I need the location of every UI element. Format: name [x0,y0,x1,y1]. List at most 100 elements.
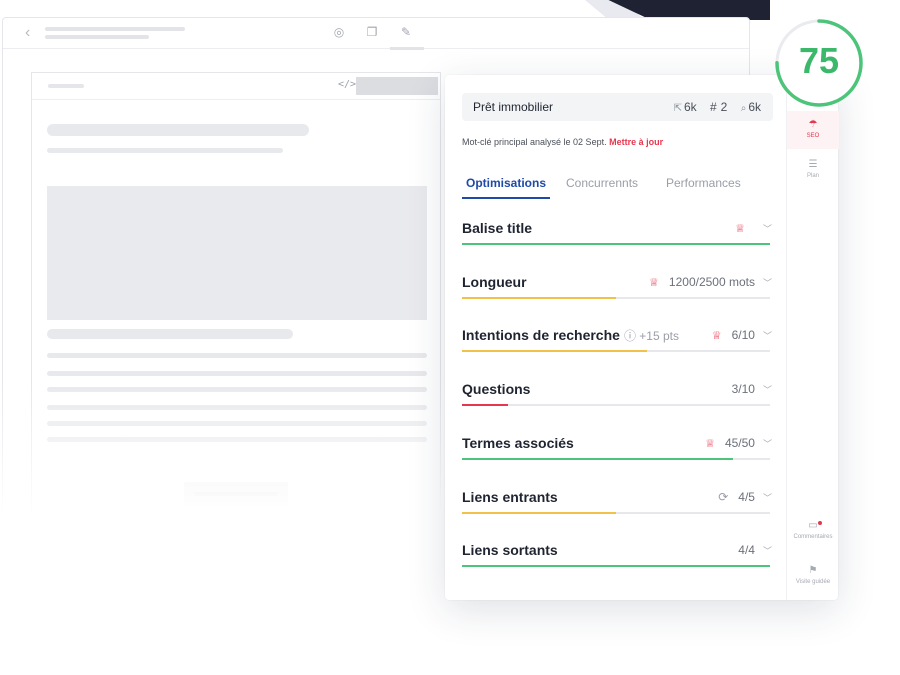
umbrella-icon: ☂ [808,119,818,130]
active-tab-underline [462,197,550,199]
refresh-icon[interactable]: ⟳ [718,490,728,504]
criteria-label: Termes associés [462,435,574,451]
rail-tour[interactable]: ⚑ Visite guidée [787,565,839,595]
criteria-label: Liens sortants [462,542,558,558]
keyword-box[interactable]: Prêt immobilier ⇱ 6k #2 ⌕ 6k [462,93,773,121]
skeleton-heading-2 [47,329,293,339]
update-link[interactable]: Mettre à jour [609,137,663,147]
criteria-meta: ♕ 1200/2500 mots ﹀ [649,275,772,289]
criteria-label-text: Longueur [462,273,527,290]
progress-track [462,565,770,568]
side-rail: ☂ SEO ☰ Plan ▭ Commentaires ⚑ Visite gui… [786,75,839,600]
criteria-meta: ⟳ 4/5 ﹀ [718,490,772,504]
skeleton-subline [47,148,283,153]
chevron-down-icon[interactable]: ﹀ [763,222,772,235]
criteria-label: Longueur [462,274,527,290]
rail-seo[interactable]: ☂ SEO [787,111,839,149]
criteria-score: 3/10 [731,382,755,397]
rail-plan-label: Plan [806,173,819,179]
criteria-row[interactable]: Questions 3/10 ﹀ [462,381,772,421]
browser-toolbar: ‹ ◎ ❐ ✎ [3,18,749,50]
seo-panel-main: Prêt immobilier ⇱ 6k #2 ⌕ 6k Mot-clé princ… [445,75,786,600]
criteria-bonus: ⓘ +15 pts [624,329,679,343]
editor-topbar: </> [32,73,440,100]
chevron-down-icon[interactable]: ﹀ [763,491,772,504]
criteria-meta: ♕ 6/10 ﹀ [712,328,772,342]
progress-track [462,457,770,460]
rail-tour-label: Visite guidée [795,579,831,585]
tab-performances[interactable]: Performances [666,176,741,190]
tab-concurrents[interactable]: Concurrennts [566,176,638,190]
keyword-text: Prêt immobilier [473,100,554,114]
criteria-row[interactable]: Termes associés ♕ 45/50 ﹀ [462,435,772,475]
progress-fill [462,243,770,245]
rail-plan[interactable]: ☰ Plan [787,159,839,189]
url-placeholder [45,27,185,31]
chevron-down-icon[interactable]: ﹀ [763,383,772,396]
criteria-label-text: Questions [462,381,531,398]
trophy-icon: ♕ [649,276,659,289]
search-icon: ⌕ [740,103,747,114]
pencil-icon[interactable]: ✎ [399,25,413,39]
skeleton-image [47,186,427,320]
progress-track [462,296,770,299]
progress-fill [462,457,734,460]
hash-icon: # [709,100,717,114]
skeleton-line [47,371,427,376]
keyword-volume: 6k [748,100,761,114]
criteria-score: 45/50 [724,435,755,450]
progress-track [462,511,770,514]
toolbar-underline [390,47,424,50]
progress-track [462,243,770,245]
criteria-row[interactable]: Balise title ♕ ﹀ [462,220,772,260]
globe-icon[interactable]: ◎ [332,25,346,39]
criteria-label: Balise title [462,220,532,236]
copy-icon[interactable]: ❐ [365,25,379,39]
rail-comments[interactable]: ▭ Commentaires [787,520,839,550]
url-placeholder-sub [45,35,149,39]
code-icon[interactable]: </> [338,79,356,90]
criteria-label-text: Termes associés [462,434,574,451]
list-icon: ☰ [808,159,818,170]
trophy-icon: ♕ [705,437,715,450]
skeleton-heading [47,124,309,136]
chevron-down-icon[interactable]: ﹀ [763,437,772,450]
criteria-label: Intentions de recherche ⓘ +15 pts [462,327,679,344]
cursor-icon: ⇱ [673,103,682,114]
progress-fill [462,565,770,568]
keyword-stats: ⇱ 6k #2 ⌕ 6k [668,100,761,114]
rail-seo-label: SEO [806,133,820,139]
criteria-score: 1200/2500 mots [668,274,755,289]
info-icon[interactable]: ⓘ [624,329,639,343]
criteria-meta: 4/4 ﹀ [738,543,772,557]
editor-action-placeholder[interactable] [356,77,438,95]
tab-bar: Optimisations Concurrennts Performances [462,170,773,200]
progress-fill [462,296,616,299]
progress-fill [462,511,616,514]
criteria-row[interactable]: Longueur ♕ 1200/2500 mots ﹀ [462,274,772,314]
trophy-icon: ♕ [735,223,745,235]
progress-fill [462,404,509,407]
criteria-row[interactable]: Liens sortants 4/4 ﹀ [462,542,772,582]
editor-title-placeholder [48,84,84,88]
chevron-down-icon[interactable]: ﹀ [763,544,772,557]
chevron-down-icon[interactable]: ﹀ [763,276,772,289]
skeleton-line [47,353,427,358]
score-value: 75 [798,40,840,81]
criteria-label: Questions [462,381,530,397]
analysis-info: Mot-clé principal analysé le 02 Sept. Me… [462,137,663,147]
analysis-text: Mot-clé principal analysé le 02 Sept. [462,137,607,147]
criteria-row[interactable]: Liens entrants ⟳ 4/5 ﹀ [462,489,772,529]
criteria-row[interactable]: Intentions de recherche ⓘ +15 pts ♕ 6/10 ﹀ [462,327,772,367]
back-chevron-icon[interactable]: ‹ [25,25,37,41]
criteria-meta: 3/10 ﹀ [732,382,772,396]
signpost-icon: ⚑ [808,565,818,576]
progress-track [462,350,770,353]
criteria-label-text: Balise title [462,220,533,236]
notification-dot [818,521,822,525]
rail-comments-label: Commentaires [793,534,833,540]
tab-optimisations[interactable]: Optimisations [466,176,546,190]
progress-track [462,404,770,407]
chevron-down-icon[interactable]: ﹀ [763,329,772,342]
criteria-score: 6/10 [731,328,755,343]
